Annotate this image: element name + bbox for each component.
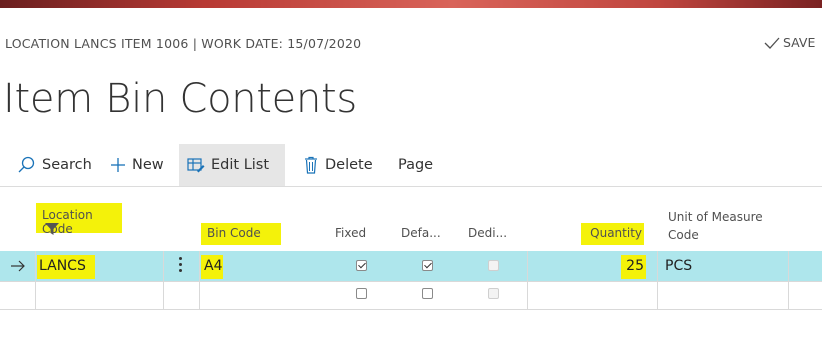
toolbar-divider [0,186,822,187]
row-divider [0,309,822,310]
table-row[interactable] [0,251,822,281]
column-divider [657,251,658,309]
fixed-checkbox[interactable] [356,260,367,271]
filter-icon[interactable] [45,223,59,235]
column-divider [788,251,789,309]
column-header-uom-line1: Unit of Measure [668,210,763,224]
edit-list-icon [187,158,205,173]
column-divider [35,251,36,309]
column-header-dedicated[interactable]: Dedi... [468,226,507,240]
search-label: Search [42,157,92,173]
search-icon [18,156,35,173]
column-header-location-code[interactable]: Location Code [36,203,122,236]
location-code-cell[interactable]: LANCS [37,255,95,279]
save-label: SAVE [783,35,816,50]
table-row[interactable] [0,281,822,309]
column-header-default[interactable]: Defa... [401,226,441,240]
column-divider [527,251,528,309]
column-divider [163,251,164,309]
delete-button[interactable]: Delete [295,144,381,186]
dedicated-checkbox [488,288,499,299]
edit-list-label: Edit List [211,157,270,173]
column-divider [199,251,200,309]
action-toolbar: Search New Edit List Delete Page [0,144,822,186]
fixed-checkbox[interactable] [356,288,367,299]
column-header-uom-line2: Code [668,228,699,242]
location-code-value: LANCS [39,258,86,274]
save-button[interactable]: SAVE [764,35,815,50]
column-header-bin-code-label: Bin Code [207,226,261,240]
edit-list-button[interactable]: Edit List [179,144,285,186]
column-header-quantity[interactable]: Quantity [581,223,644,245]
plus-icon [111,158,125,172]
page-title: Item Bin Contents [3,76,357,122]
column-header-bin-code[interactable]: Bin Code [201,223,281,245]
quantity-cell[interactable]: 25 [621,255,646,279]
new-button[interactable]: New [102,144,172,186]
dedicated-checkbox [488,260,499,271]
row-divider [0,281,822,282]
breadcrumb: LOCATION LANCS ITEM 1006 | WORK DATE: 15… [5,36,362,51]
delete-label: Delete [325,157,373,173]
header-banner-image [0,0,822,8]
quantity-value: 25 [626,258,644,274]
page-menu-button[interactable]: Page [390,144,441,186]
column-header-fixed[interactable]: Fixed [335,226,366,240]
row-actions-icon[interactable] [179,257,183,275]
checkmark-icon [764,37,780,49]
column-header-unit-of-measure[interactable]: Unit of Measure Code [668,208,763,244]
search-button[interactable]: Search [8,144,100,186]
default-checkbox[interactable] [422,260,433,271]
bin-code-value: A4 [204,258,223,274]
new-label: New [132,157,164,173]
arrow-right-icon [11,260,25,272]
unit-of-measure-cell[interactable]: PCS [665,258,692,274]
page-label: Page [398,157,434,173]
column-header-quantity-label: Quantity [590,226,642,240]
default-checkbox[interactable] [422,288,433,299]
trash-icon [305,156,317,174]
bin-code-cell[interactable]: A4 [201,255,223,279]
